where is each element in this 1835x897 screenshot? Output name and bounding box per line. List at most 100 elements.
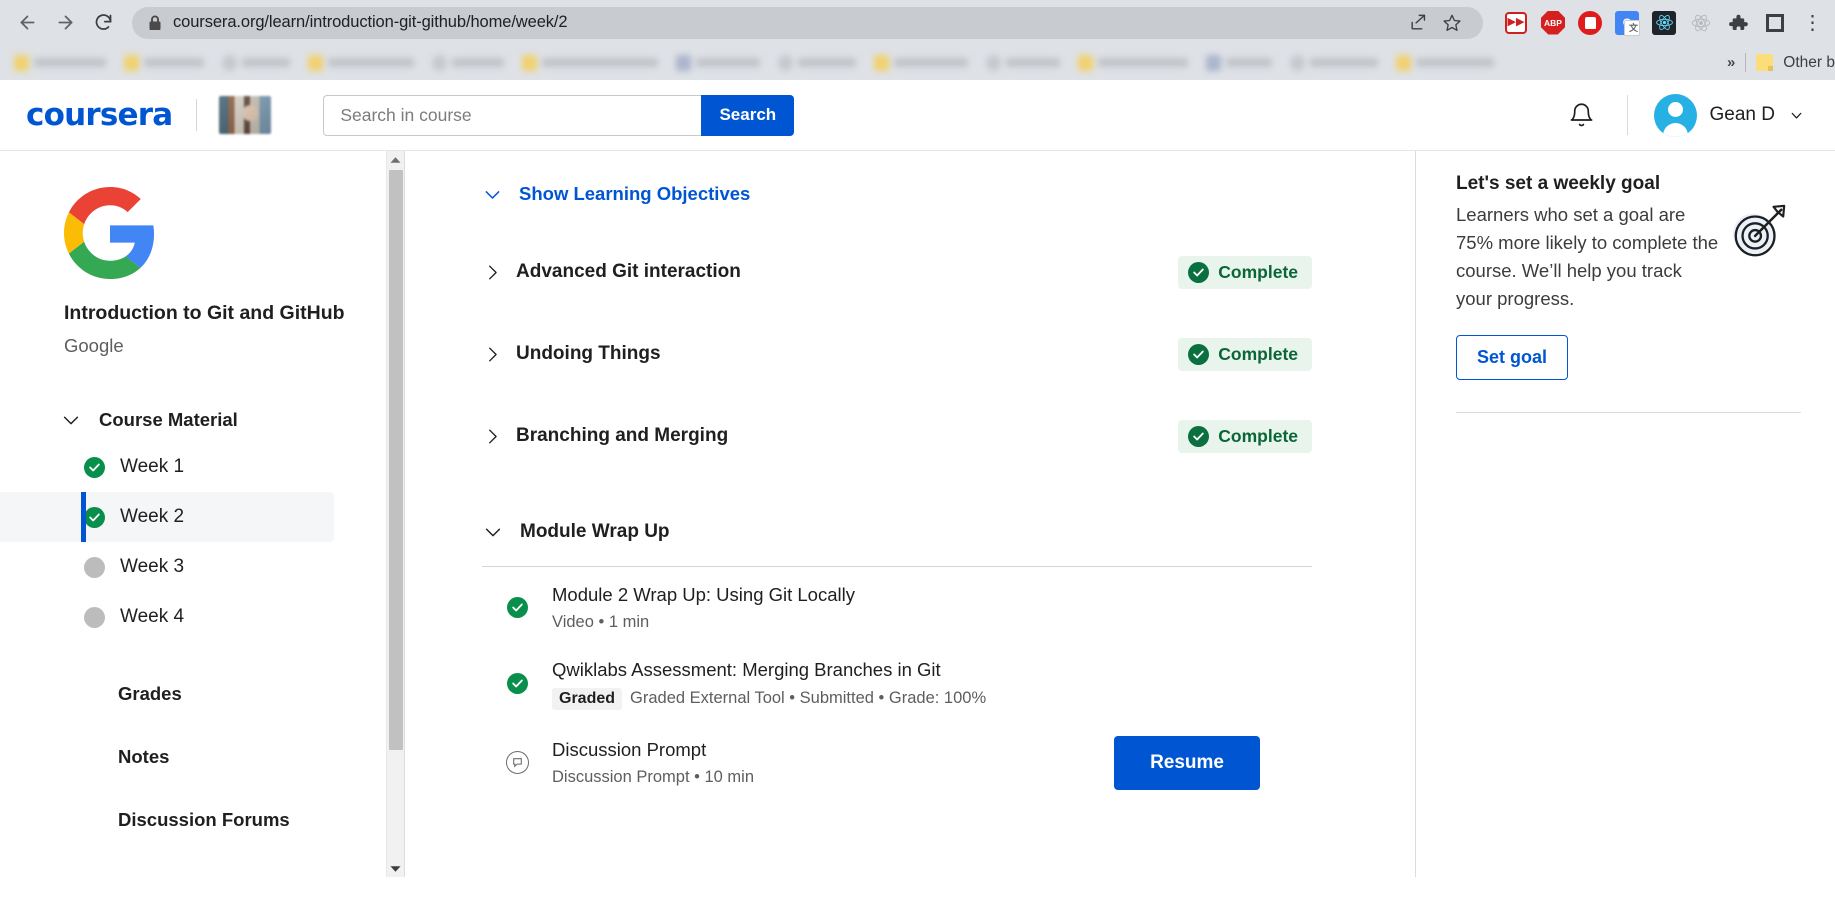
sidebar-item-label: Week 4 [120,606,185,628]
lock-icon [148,15,162,31]
chevron-right-icon [482,345,502,364]
sidebar-item-notes[interactable]: Notes [118,746,362,768]
item-meta: Video • 1 min [552,612,650,631]
side-panel-icon[interactable] [1762,10,1788,36]
bookmark-item[interactable] [14,54,106,71]
main-content: Show Learning Objectives Advanced Git in… [405,151,1415,877]
header-divider-2 [1626,95,1628,135]
sidebar-item-week-1[interactable]: Week 1 [0,442,334,492]
graded-tag: Graded [552,687,623,710]
share-icon[interactable] [1401,8,1435,38]
search-button[interactable]: Search [701,94,795,136]
bookmarks-bar: » Other b [0,45,1835,80]
bookmark-item[interactable] [778,54,856,71]
chevron-right-icon [482,427,502,446]
bookmark-item[interactable] [986,54,1060,71]
search-input[interactable] [323,94,702,136]
address-bar[interactable]: coursera.org/learn/introduction-git-gith… [132,6,1483,39]
module-wrap-up-toggle[interactable]: Module Wrap Up [482,521,1312,543]
course-partner: Google [64,335,124,357]
sidebar-section-label: Course Material [99,409,238,431]
sidebar-item-week-3[interactable]: Week 3 [0,542,334,592]
page-body: Introduction to Git and GitHub Google Co… [0,151,1835,877]
item-title[interactable]: Module 2 Wrap Up: Using Git Locally [552,584,855,605]
status-badge-label: Complete [1218,261,1298,282]
adblock-plus-extension-icon[interactable]: ABP [1540,10,1566,36]
folder-icon [1756,54,1774,71]
lesson-row[interactable]: Undoing Things Complete [482,335,1312,373]
coursera-logo[interactable]: coursera [26,97,173,133]
sidebar-item-grades[interactable]: Grades [118,683,362,705]
bookmark-items-blurred[interactable] [0,45,1665,80]
star-icon[interactable] [1435,8,1469,38]
discussion-icon [504,751,530,775]
bookmark-item[interactable] [676,54,760,71]
module-wrap-up-title: Module Wrap Up [520,521,670,542]
learning-objectives-label: Show Learning Objectives [519,183,751,204]
sidebar-item-week-2[interactable]: Week 2 [0,492,334,543]
bookmark-item[interactable] [308,54,414,71]
extension-icons: ▶▶ ABP G文 ⋮ [1493,10,1825,36]
forward-button[interactable] [48,6,82,40]
item-title[interactable]: Qwiklabs Assessment: Merging Branches in… [552,659,941,680]
bookmark-item[interactable] [1290,54,1378,71]
fastforward-extension-icon[interactable]: ▶▶ [1503,10,1529,36]
bookmark-item[interactable] [1078,54,1188,71]
bookmark-item[interactable] [432,54,504,71]
scroll-up-arrow-icon[interactable] [387,151,404,168]
user-menu[interactable]: Gean D [1653,93,1805,137]
lesson-row[interactable]: Advanced Git interaction Complete [482,253,1312,291]
bookmarks-overflow-icon[interactable]: » [1727,54,1735,71]
lesson-title: Undoing Things [516,343,661,364]
scroll-down-arrow-icon[interactable] [387,860,404,877]
disabled-extension-icon[interactable] [1688,10,1714,36]
status-badge-label: Complete [1218,343,1298,364]
weekly-goal-title: Let's set a weekly goal [1456,173,1661,194]
list-item[interactable]: Discussion Prompt Discussion Prompt • 10… [482,720,1312,800]
item-meta: Discussion Prompt • 10 min [552,768,755,787]
resume-button[interactable]: Resume [1114,735,1260,790]
sidebar-item-week-4[interactable]: Week 4 [0,592,334,642]
google-translate-extension-icon[interactable]: G文 [1614,10,1640,36]
chevron-right-icon [482,263,502,282]
weekly-goal-panel: Let's set a weekly goal Learners who set… [1415,151,1835,877]
other-bookmarks-label[interactable]: Other b [1783,54,1835,72]
left-rail: Introduction to Git and GitHub Google Co… [0,151,405,877]
reload-button[interactable] [86,6,120,40]
check-circle-icon [84,506,105,528]
sidebar-section-course-material[interactable]: Course Material [60,409,362,431]
sidebar-item-discussion-forums[interactable]: Discussion Forums [118,809,362,831]
url-text: coursera.org/learn/introduction-git-gith… [173,13,568,31]
blocker-extension-icon[interactable] [1577,10,1603,36]
show-learning-objectives-toggle[interactable]: Show Learning Objectives [482,183,1312,205]
react-devtools-extension-icon[interactable] [1651,10,1677,36]
weekly-goal-body: Learners who set a goal are 75% more lik… [1456,204,1719,310]
browser-menu-icon[interactable]: ⋮ [1799,10,1825,36]
header-divider [196,99,198,131]
chevron-down-icon[interactable] [1788,107,1805,124]
bookmark-item[interactable] [522,54,658,71]
bookmark-item[interactable] [1206,54,1272,71]
back-button[interactable] [10,6,44,40]
bookmark-item[interactable] [222,54,290,71]
list-item[interactable]: Module 2 Wrap Up: Using Git Locally Vide… [482,567,1312,642]
item-title[interactable]: Discussion Prompt [552,739,706,760]
site-header: coursera Search Gean D [0,80,1835,151]
lesson-row[interactable]: Branching and Merging Complete [482,417,1312,455]
extensions-puzzle-icon[interactable] [1725,10,1751,36]
lesson-title: Advanced Git interaction [516,261,741,282]
bookmark-item[interactable] [1396,54,1494,71]
incomplete-circle-icon [84,556,105,578]
scrollbar-thumb[interactable] [389,170,403,750]
set-goal-button[interactable]: Set goal [1456,335,1569,381]
list-item[interactable]: Qwiklabs Assessment: Merging Branches in… [482,642,1312,720]
bookmark-item[interactable] [124,54,204,71]
course-sidebar: Introduction to Git and GitHub Google Co… [0,151,386,877]
user-name: Gean D [1709,104,1775,125]
check-circle-icon [1188,343,1210,365]
bell-icon[interactable] [1565,98,1599,132]
bookmark-item[interactable] [874,54,968,71]
sidebar-scrollbar[interactable] [386,151,404,877]
bookmarks-separator [1745,53,1747,72]
course-thumbnail-image [219,96,272,134]
